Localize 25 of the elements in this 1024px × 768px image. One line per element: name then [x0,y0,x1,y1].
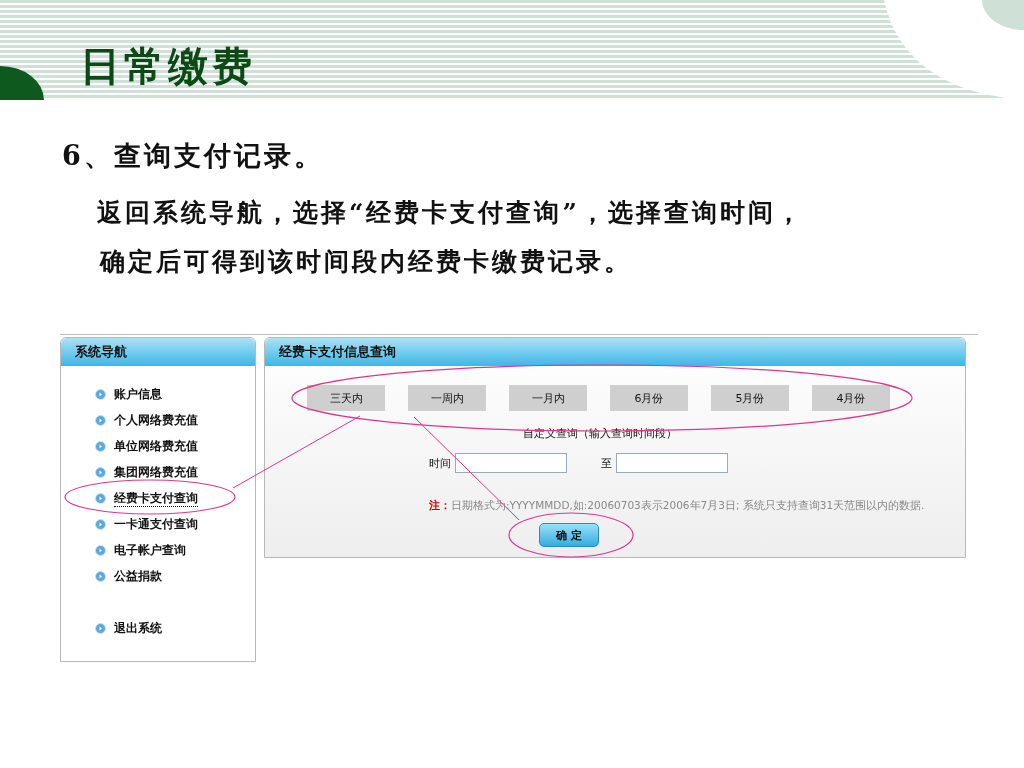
period-button[interactable]: 4月份 [812,385,890,411]
nav-link[interactable]: 经费卡支付查询 [95,490,255,507]
instruction-text: 确定后可得到该时间段内经费卡缴费记录。 [98,246,633,278]
panel-title: 系统导航 [61,338,255,366]
period-button[interactable]: 一周内 [408,385,486,411]
nav-link[interactable]: 电子帐户查询 [95,542,255,559]
nav-link[interactable]: 集团网络费充值 [95,464,255,481]
nav-link[interactable]: 公益捐款 [95,568,255,585]
nav-link[interactable]: 账户信息 [95,386,255,403]
nav-link[interactable]: 退出系统 [95,620,255,637]
panel-title: 经费卡支付信息查询 [265,338,965,366]
confirm-button[interactable]: 确 定 [539,523,599,547]
field-label: 时间 [429,455,451,471]
nav-link[interactable]: 个人网络费充值 [95,412,255,429]
field-label: 至 [601,455,612,471]
instruction-text: 返回系统导航，选择“经费卡支付查询”，选择查询时间， [96,197,805,229]
period-button[interactable]: 三天内 [307,385,385,411]
period-button[interactable]: 一月内 [509,385,587,411]
period-button[interactable]: 6月份 [610,385,688,411]
step-heading: 6、查询支付记录。 [62,139,325,173]
date-format-note: 注：日期格式为:YYYYMMDD,如:20060703表示2006年7月3日; 系统只支持查询31天范围以内的数据. [428,498,926,513]
nav-link[interactable]: 一卡通支付查询 [95,516,255,533]
nav-link[interactable]: 单位网络费充值 [95,438,255,455]
period-button[interactable]: 5月份 [711,385,789,411]
slide-title: 日常缴费 [80,41,256,91]
